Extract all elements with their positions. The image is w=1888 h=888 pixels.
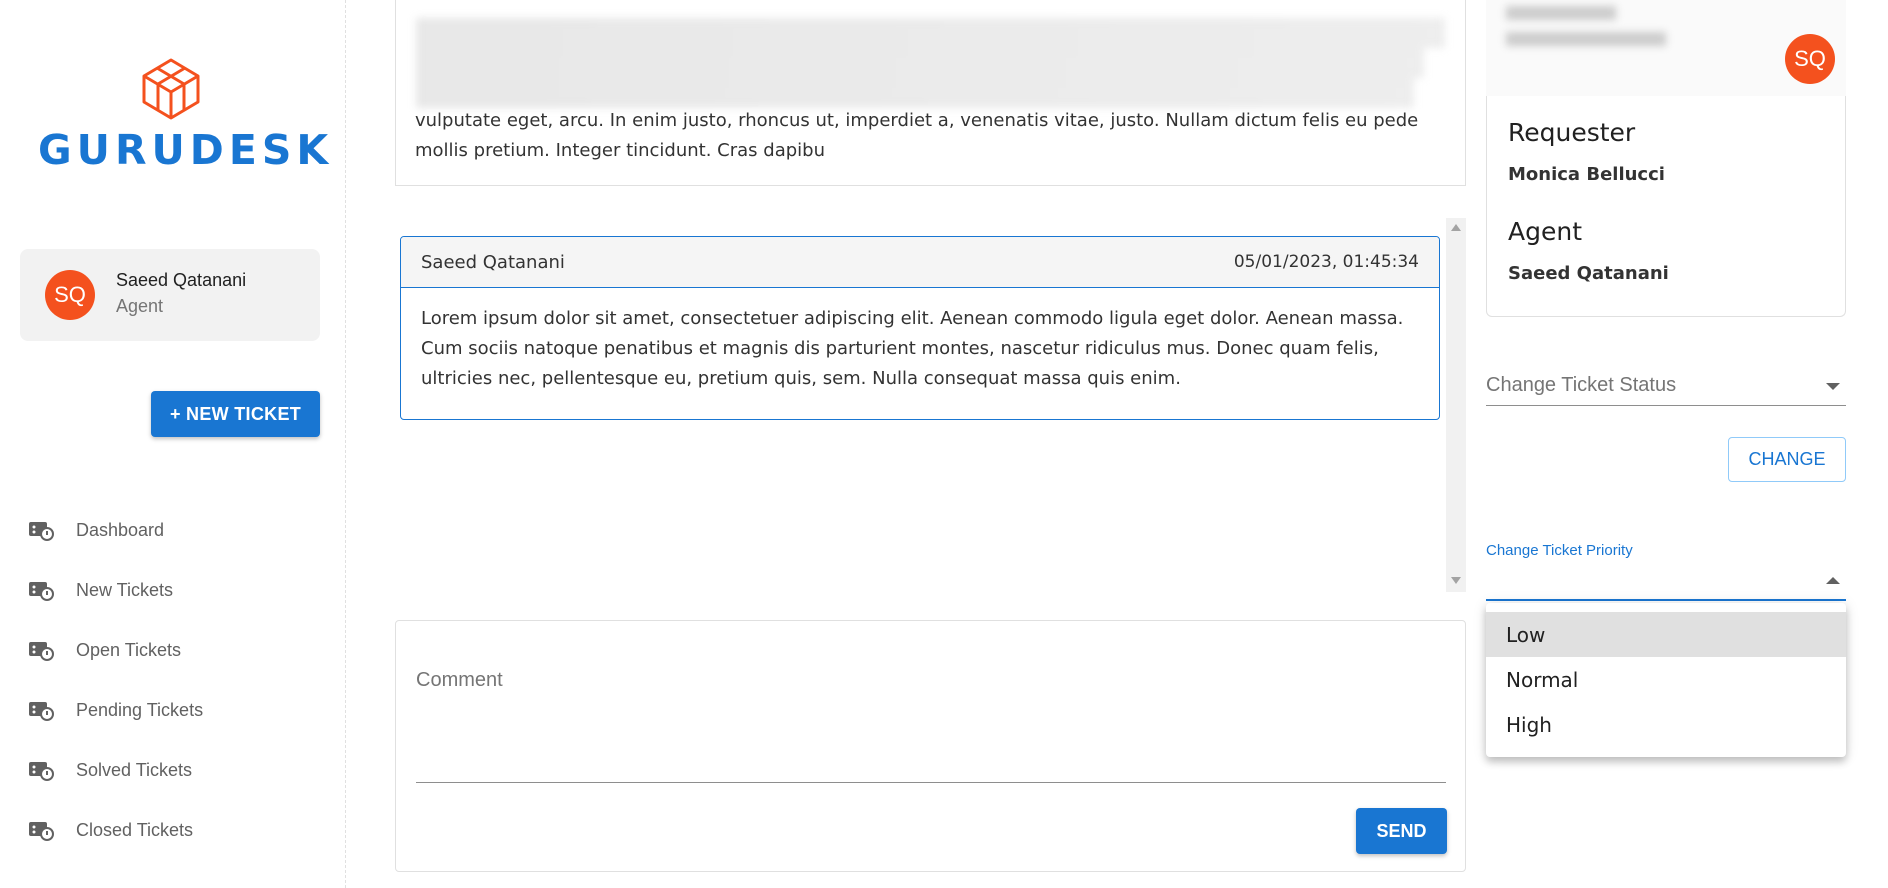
blurred-header-text [1506,0,1706,50]
app-root: GURUDESK SQ Saeed Qatanani Agent + NEW T… [0,0,1888,888]
priority-dropdown-menu: Low Normal High [1486,603,1846,757]
requester-label: Requester [1508,118,1636,147]
comment-card: Saeed Qatanani 05/01/2023, 01:45:34 Lore… [400,236,1440,420]
comment-author: Saeed Qatanani [421,252,565,273]
agent-value: Saeed Qatanani [1508,263,1669,284]
chevron-down-icon [1826,383,1840,390]
comment-header: Saeed Qatanani 05/01/2023, 01:45:34 [401,237,1439,288]
sidebar-item-label: New Tickets [76,579,174,600]
comment-input[interactable] [416,661,1446,783]
ticket-status-select[interactable]: Change Ticket Status [1486,366,1846,406]
scroll-up-arrow-icon[interactable] [1451,224,1461,231]
sidebar-item-new-tickets[interactable]: New Tickets [28,560,328,620]
comment-date: 05/01/2023, 01:45:34 [1233,252,1419,272]
sidebar-item-pending-tickets[interactable]: Pending Tickets [28,680,328,740]
ticket-icon [29,522,54,541]
ticket-icon [29,762,54,781]
priority-label: Change Ticket Priority [1486,542,1633,559]
sidebar-item-label: Dashboard [76,519,165,540]
user-name: Saeed Qatanani [116,270,247,290]
sidebar-item-solved-tickets[interactable]: Solved Tickets [28,740,328,800]
logo[interactable]: GURUDESK [38,56,334,176]
sidebar-nav: Dashboard New Tickets Open Tickets Pendi… [28,500,328,860]
agent-label: Agent [1508,217,1582,246]
ticket-details-card: Requester Monica Bellucci Agent Saeed Qa… [1486,96,1846,317]
sidebar-item-open-tickets[interactable]: Open Tickets [28,620,328,680]
priority-option-high[interactable]: High [1486,702,1846,747]
ticket-icon [29,642,54,661]
priority-option-normal[interactable]: Normal [1486,657,1846,702]
scroll-down-arrow-icon[interactable] [1451,577,1461,584]
requester-value: Monica Bellucci [1508,164,1665,185]
new-ticket-button[interactable]: + NEW TICKET [151,391,320,437]
chevron-up-icon [1826,577,1840,584]
ticket-icon [29,822,54,841]
send-button[interactable]: SEND [1356,808,1447,854]
sidebar-item-dashboard[interactable]: Dashboard [28,500,328,560]
header-avatar[interactable]: SQ [1785,34,1835,84]
ticket-priority-select[interactable] [1486,560,1846,601]
comments-scrollbar[interactable] [1446,218,1466,592]
blurred-description [416,18,1445,108]
user-role: Agent [116,296,164,316]
avatar[interactable]: SQ [45,270,95,320]
ticket-description-text: vulputate eget, arcu. In enim justo, rho… [415,110,1419,161]
sidebar-item-label: Solved Tickets [76,759,193,780]
sidebar: GURUDESK SQ Saeed Qatanani Agent + NEW T… [0,0,346,888]
ticket-icon [29,702,54,721]
user-card: SQ Saeed Qatanani Agent [20,249,320,341]
sidebar-item-closed-tickets[interactable]: Closed Tickets [28,800,328,860]
change-status-button[interactable]: CHANGE [1728,437,1846,482]
ticket-status-placeholder: Change Ticket Status [1486,374,1677,396]
comment-form: SEND [395,620,1466,872]
logo-text: GURUDESK [38,126,334,174]
sidebar-item-label: Closed Tickets [76,819,194,840]
sidebar-item-label: Open Tickets [76,639,182,660]
sidebar-item-label: Pending Tickets [76,699,204,720]
comment-body: Lorem ipsum dolor sit amet, consectetuer… [421,308,1404,389]
priority-option-low[interactable]: Low [1486,612,1846,657]
ticket-icon [29,582,54,601]
logo-cube-icon [142,58,199,120]
